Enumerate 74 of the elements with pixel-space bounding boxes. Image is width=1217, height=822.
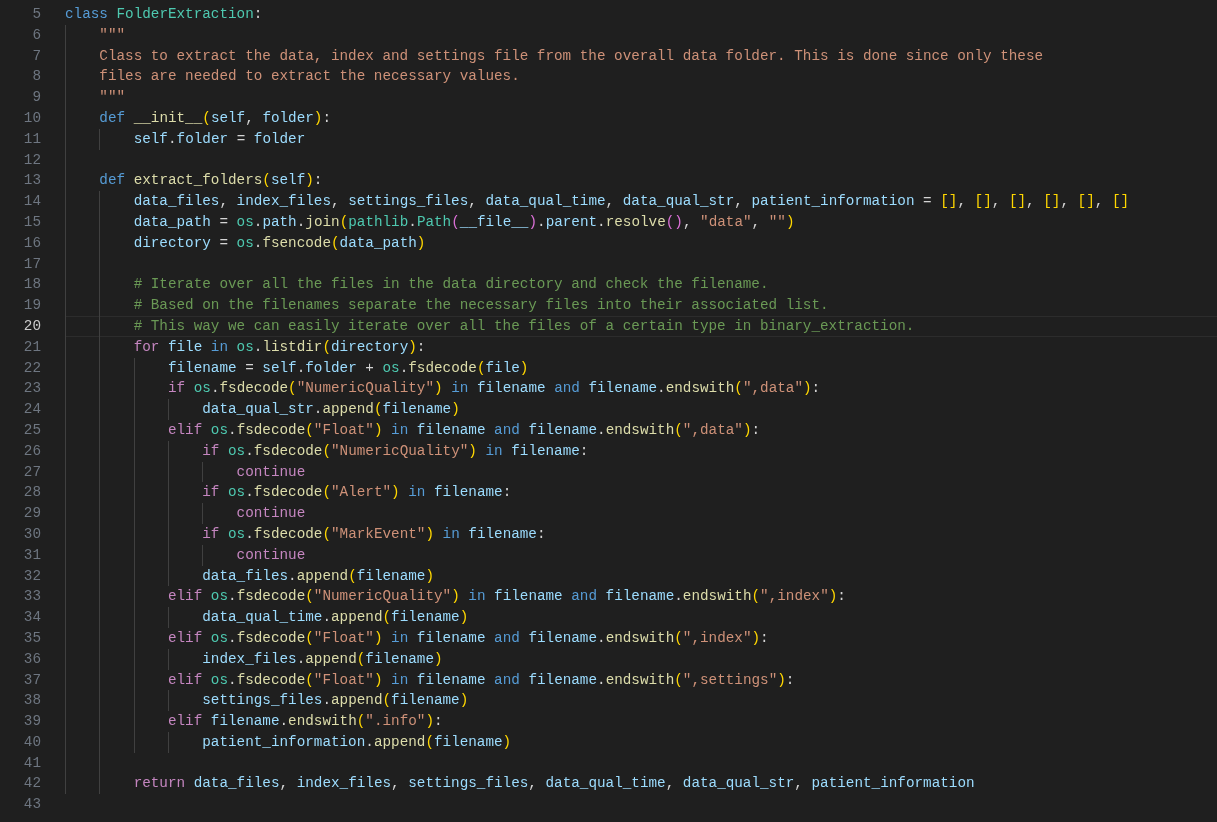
code-line[interactable]: data_qual_str.append(filename) — [65, 399, 1217, 420]
line-number: 29 — [22, 504, 42, 524]
line-number: 19 — [22, 296, 42, 316]
line-number: 16 — [22, 233, 42, 253]
line-number: 28 — [22, 483, 42, 503]
code-line[interactable]: # Based on the filenames separate the necessary files into their associated list. — [65, 295, 1217, 316]
line-number: 35 — [22, 628, 42, 648]
code-line[interactable]: def __init__(self, folder): — [65, 108, 1217, 129]
code-line[interactable]: continue — [65, 544, 1217, 566]
code-line[interactable]: elif os.fsdecode("Float") in filename and filename.endswith(",data"): — [65, 419, 1217, 441]
line-number: 37 — [22, 670, 42, 690]
code-line[interactable]: return data_files, index_files, settings_files, data_qual_time, data_qual_str, patient_information — [65, 773, 1217, 795]
code-line[interactable]: index_files.append(filename) — [65, 648, 1217, 670]
code-line[interactable]: Class to extract the data, index and settings file from the overall data folder. This is done since only these — [65, 45, 1217, 67]
code-line[interactable]: # Iterate over all the files in the data directory and check the filename. — [65, 274, 1217, 296]
line-number: 11 — [22, 129, 42, 149]
code-line[interactable]: elif os.fsdecode("NumericQuality") in filename and filename.endswith(",index"): — [65, 586, 1217, 608]
code-line[interactable]: elif filename.endswith(".info"): — [65, 711, 1217, 732]
line-number: 39 — [22, 712, 42, 732]
code-line[interactable]: data_qual_time.append(filename) — [65, 607, 1217, 628]
line-number: 5 — [31, 5, 42, 24]
line-number: 34 — [22, 608, 42, 628]
line-number: 12 — [22, 150, 42, 170]
code-line[interactable]: directory = os.fsencode(data_path) — [65, 232, 1217, 254]
line-number: 21 — [22, 337, 42, 357]
code-line[interactable]: if os.fsdecode("Alert") in filename: — [65, 482, 1217, 504]
code-line[interactable]: class FolderExtraction: — [65, 4, 1217, 25]
line-number: 42 — [22, 774, 42, 794]
code-line[interactable]: continue — [65, 461, 1217, 483]
code-line[interactable]: elif os.fsdecode("Float") in filename and filename.endswith(",index"): — [65, 627, 1217, 649]
code-line[interactable]: settings_files.append(filename) — [65, 690, 1217, 712]
code-line[interactable]: elif os.fsdecode("Float") in filename and filename.endswith(",settings"): — [65, 669, 1217, 691]
line-number: 7 — [31, 46, 42, 66]
line-number: 33 — [22, 587, 42, 607]
line-number: 25 — [22, 420, 42, 440]
code-line[interactable]: data_files, index_files, settings_files, data_qual_time, data_qual_str, patient_information = [], [], [], [], [], [] — [65, 191, 1217, 212]
code-line[interactable]: if os.fsdecode("NumericQuality") in filename and filename.endswith(",data"): — [65, 378, 1217, 400]
line-number: 20 — [22, 316, 42, 336]
code-line[interactable]: self.folder = folder — [65, 128, 1217, 150]
code-line[interactable]: def extract_folders(self): — [65, 170, 1217, 192]
line-number: 9 — [31, 88, 42, 108]
line-number: 30 — [22, 524, 42, 544]
line-number: 41 — [22, 753, 42, 773]
line-number: 18 — [22, 275, 42, 295]
code-line[interactable]: continue — [65, 503, 1217, 524]
line-number: 36 — [22, 649, 42, 669]
line-number: 38 — [22, 691, 42, 711]
line-number: 43 — [22, 795, 42, 815]
line-number: 27 — [22, 462, 42, 482]
code-line[interactable]: data_files.append(filename) — [65, 565, 1217, 587]
code-line[interactable]: for file in os.listdir(directory): — [65, 336, 1217, 358]
code-line[interactable]: # This way we can easily iterate over all the files of a certain type in binary_extraction. — [65, 315, 1217, 337]
code-line[interactable]: patient_information.append(filename) — [65, 731, 1217, 753]
line-number: 22 — [22, 358, 42, 378]
code-line[interactable]: if os.fsdecode("MarkEvent") in filename: — [65, 523, 1217, 545]
line-number: 13 — [22, 171, 42, 191]
code-line[interactable]: filename = self.folder + os.fsdecode(file) — [65, 357, 1217, 379]
line-number: 23 — [22, 379, 42, 399]
line-number: 31 — [22, 545, 42, 565]
line-number: 8 — [31, 67, 42, 87]
code-line[interactable]: files are needed to extract the necessary values. — [65, 66, 1217, 88]
code-line[interactable]: """ — [65, 87, 1217, 108]
line-number: 24 — [22, 400, 42, 420]
line-number: 10 — [22, 109, 42, 128]
code-line[interactable]: if os.fsdecode("NumericQuality") in filename: — [65, 440, 1217, 462]
line-number: 32 — [22, 566, 42, 586]
line-number: 40 — [22, 732, 42, 752]
code-line[interactable]: """ — [65, 24, 1217, 46]
line-number: 14 — [22, 192, 42, 212]
line-number: 15 — [22, 212, 42, 232]
line-number: 17 — [22, 254, 42, 274]
line-number: 6 — [31, 25, 42, 45]
code-line[interactable]: data_path = os.path.join(pathlib.Path(__file__).parent.resolve(), "data", "") — [65, 211, 1217, 233]
line-number: 26 — [22, 441, 42, 461]
